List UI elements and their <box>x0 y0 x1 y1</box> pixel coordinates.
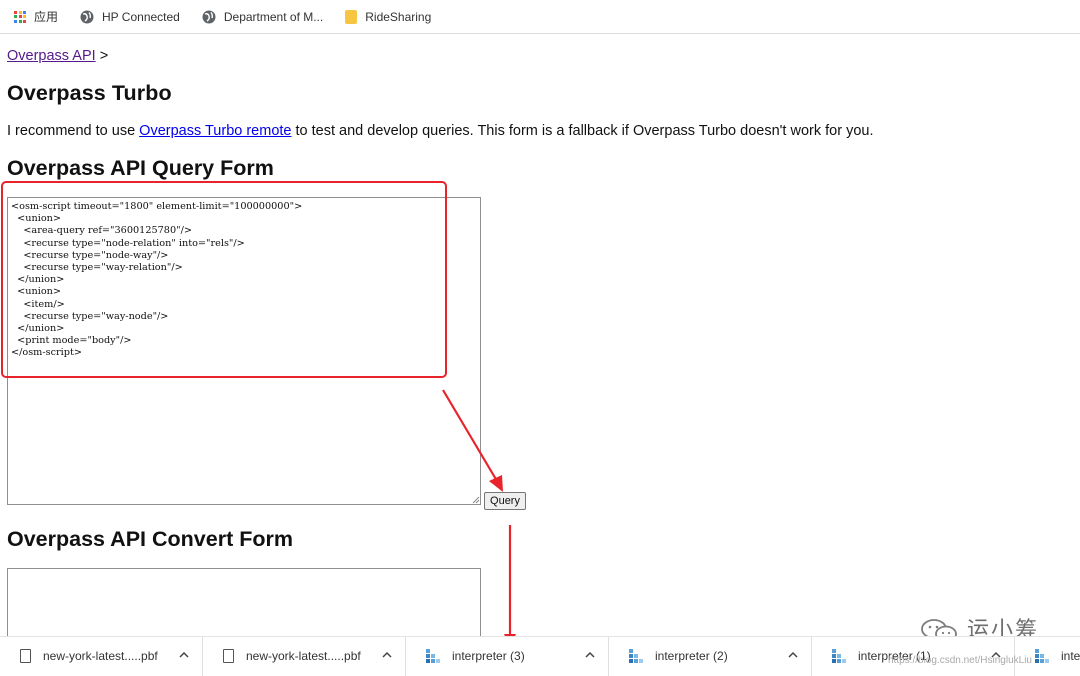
bookmark-hp-connected[interactable]: HP Connected <box>80 0 180 34</box>
bookmark-apps[interactable]: 应用 <box>14 0 58 34</box>
bookmark-department[interactable]: Department of M... <box>202 0 323 34</box>
download-name: new-york-latest.....pbf <box>43 649 158 663</box>
convert-form-title: Overpass API Convert Form <box>7 527 293 551</box>
chevron-up-icon[interactable] <box>381 649 393 661</box>
file-icon <box>20 649 31 663</box>
package-icon <box>832 649 846 663</box>
bookmark-label: 应用 <box>34 10 59 24</box>
annotation-highlight-box <box>1 181 447 378</box>
chevron-up-icon[interactable] <box>787 649 799 661</box>
download-item[interactable]: interpreter (3) <box>406 636 609 676</box>
file-icon <box>223 649 234 663</box>
bookmark-label: Department of M... <box>223 9 324 24</box>
folder-icon <box>345 9 358 24</box>
query-form-title: Overpass API Query Form <box>7 156 274 180</box>
bookmark-label: HP Connected <box>102 9 180 24</box>
page-title: Overpass Turbo <box>7 81 172 105</box>
apps-grid-icon <box>14 10 26 23</box>
download-name: interpreter (2) <box>655 649 728 663</box>
package-icon <box>1035 649 1049 663</box>
intro-text-after: to test and develop queries. This form i… <box>291 123 874 139</box>
annotation-arrowhead-query <box>489 475 503 492</box>
chevron-up-icon[interactable] <box>178 649 190 661</box>
overpass-turbo-remote-link[interactable]: Overpass Turbo remote <box>139 123 291 139</box>
breadcrumb: Overpass API > <box>7 48 108 64</box>
download-item[interactable]: new-york-latest.....pbf <box>0 636 203 676</box>
resize-grip-icon[interactable] <box>472 496 480 504</box>
download-name: new-york-latest.....pbf <box>246 649 361 663</box>
package-icon <box>629 649 643 663</box>
intro-text-before: I recommend to use <box>7 123 140 139</box>
bookmark-ridesharing[interactable]: RideSharing <box>345 0 431 34</box>
intro-paragraph: I recommend to use Overpass Turbo remote… <box>7 123 873 139</box>
download-name: inter <box>1061 649 1080 663</box>
package-icon <box>426 649 440 663</box>
download-item[interactable]: new-york-latest.....pbf <box>203 636 406 676</box>
bookmarks-bar: 应用 HP Connected Department of M... RideS… <box>0 0 1080 34</box>
bookmark-label: RideSharing <box>365 9 432 24</box>
download-name: interpreter (3) <box>452 649 525 663</box>
globe-icon <box>202 10 216 23</box>
download-item[interactable]: interpreter (2) <box>609 636 812 676</box>
watermark-url: https://blog.csdn.net/HsinglukLiu <box>888 655 1032 666</box>
chevron-up-icon[interactable] <box>584 649 596 661</box>
globe-icon <box>80 10 94 23</box>
breadcrumb-link-overpass-api[interactable]: Overpass API <box>7 48 96 64</box>
query-button[interactable]: Query <box>484 492 526 510</box>
breadcrumb-separator: > <box>99 48 109 64</box>
